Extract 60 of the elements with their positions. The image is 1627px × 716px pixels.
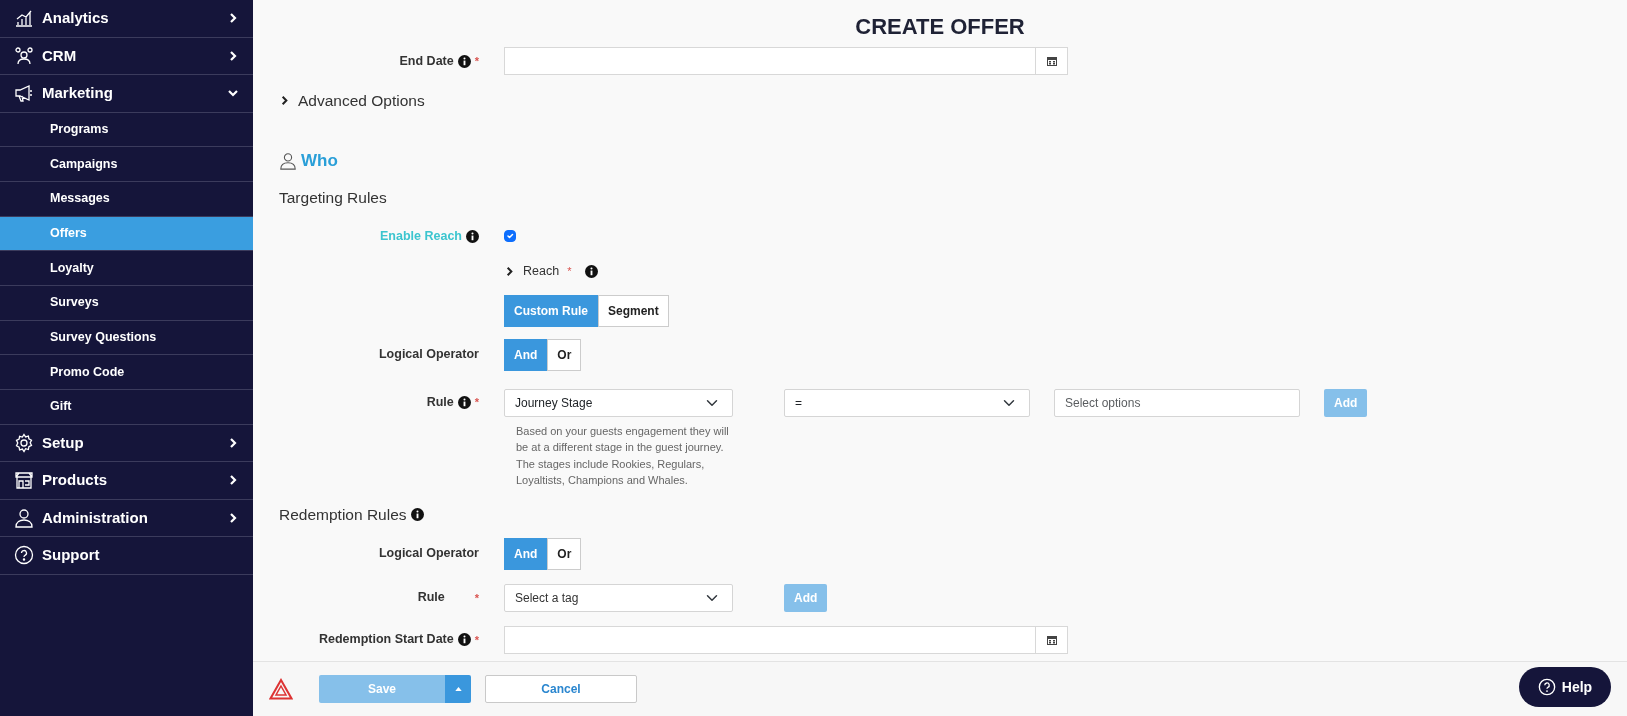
required-mark: * <box>474 395 479 411</box>
info-icon <box>457 54 471 68</box>
people-icon <box>14 45 34 66</box>
info-icon <box>457 633 471 647</box>
sidebar-item[interactable]: Administration <box>0 499 253 538</box>
calendar-icon <box>1045 55 1058 67</box>
gear-icon <box>14 432 34 453</box>
sidebar-item[interactable]: CRM <box>0 37 253 75</box>
advanced-options-toggle[interactable]: Advanced Options <box>279 89 425 113</box>
chevron-icon <box>279 95 290 107</box>
select-field[interactable]: Select a tag <box>504 583 733 612</box>
help-icon <box>14 545 34 566</box>
megaphone-icon <box>14 83 34 104</box>
field-label: Redemption Start Date <box>318 631 454 649</box>
toggle-button[interactable]: Or <box>547 537 582 570</box>
person-icon <box>14 507 34 528</box>
help-text: Based on your guests engagement they will be at a different stage in the guest journey. The stages include Rookies, Regulars, Loyaltists, Champions and Whales. <box>516 423 730 488</box>
section-heading: Who <box>301 150 338 173</box>
checkbox[interactable] <box>504 230 516 243</box>
help-icon <box>1537 678 1556 696</box>
bar-chart-icon <box>14 8 34 29</box>
caret-icon <box>454 687 462 691</box>
info-icon <box>585 264 599 278</box>
field-label: Rule <box>426 394 454 412</box>
caret-button[interactable] <box>445 675 471 703</box>
select-options-field[interactable]: Select options <box>1054 388 1300 417</box>
required-mark: * <box>474 632 479 648</box>
toggle-button[interactable]: Or <box>547 338 582 371</box>
field-label: Logical Operator <box>378 346 479 364</box>
toggle-button[interactable]: Segment <box>598 294 669 327</box>
section-heading: Redemption Rules <box>279 504 407 525</box>
storefront-icon <box>14 470 34 491</box>
section-heading: Targeting Rules <box>279 187 388 208</box>
date-field[interactable] <box>504 625 1068 654</box>
page-title: CREATE OFFER <box>854 13 1026 41</box>
field-label: Logical Operator <box>378 545 479 563</box>
cancel-button[interactable]: Cancel <box>485 675 637 703</box>
reach-toggle[interactable]: Reach <box>504 261 560 281</box>
field-label: End Date <box>399 52 454 70</box>
calendar-icon <box>1045 633 1058 646</box>
info-icon <box>410 507 424 521</box>
sidebar-item[interactable]: Support <box>0 537 253 575</box>
help-button[interactable]: Help <box>1519 667 1611 707</box>
required-mark: * <box>567 263 572 279</box>
select-field[interactable]: = <box>784 388 1030 417</box>
required-mark: * <box>474 590 479 606</box>
sidebar-item[interactable]: Products <box>0 462 253 500</box>
info-icon <box>466 229 479 243</box>
warning-icon <box>269 678 293 700</box>
field-label: Rule <box>417 589 445 607</box>
field-label: Enable Reach <box>380 228 462 245</box>
select-field[interactable]: Journey Stage <box>504 388 733 417</box>
sidebar-item[interactable]: Analytics <box>0 0 253 38</box>
date-field[interactable] <box>504 47 1068 75</box>
chevron-icon <box>504 265 515 277</box>
sidebar-item[interactable]: Marketing <box>0 75 253 113</box>
person-icon <box>279 152 297 170</box>
required-mark: * <box>474 53 479 69</box>
sidebar-item[interactable]: Setup <box>0 424 253 463</box>
info-icon <box>457 396 471 409</box>
